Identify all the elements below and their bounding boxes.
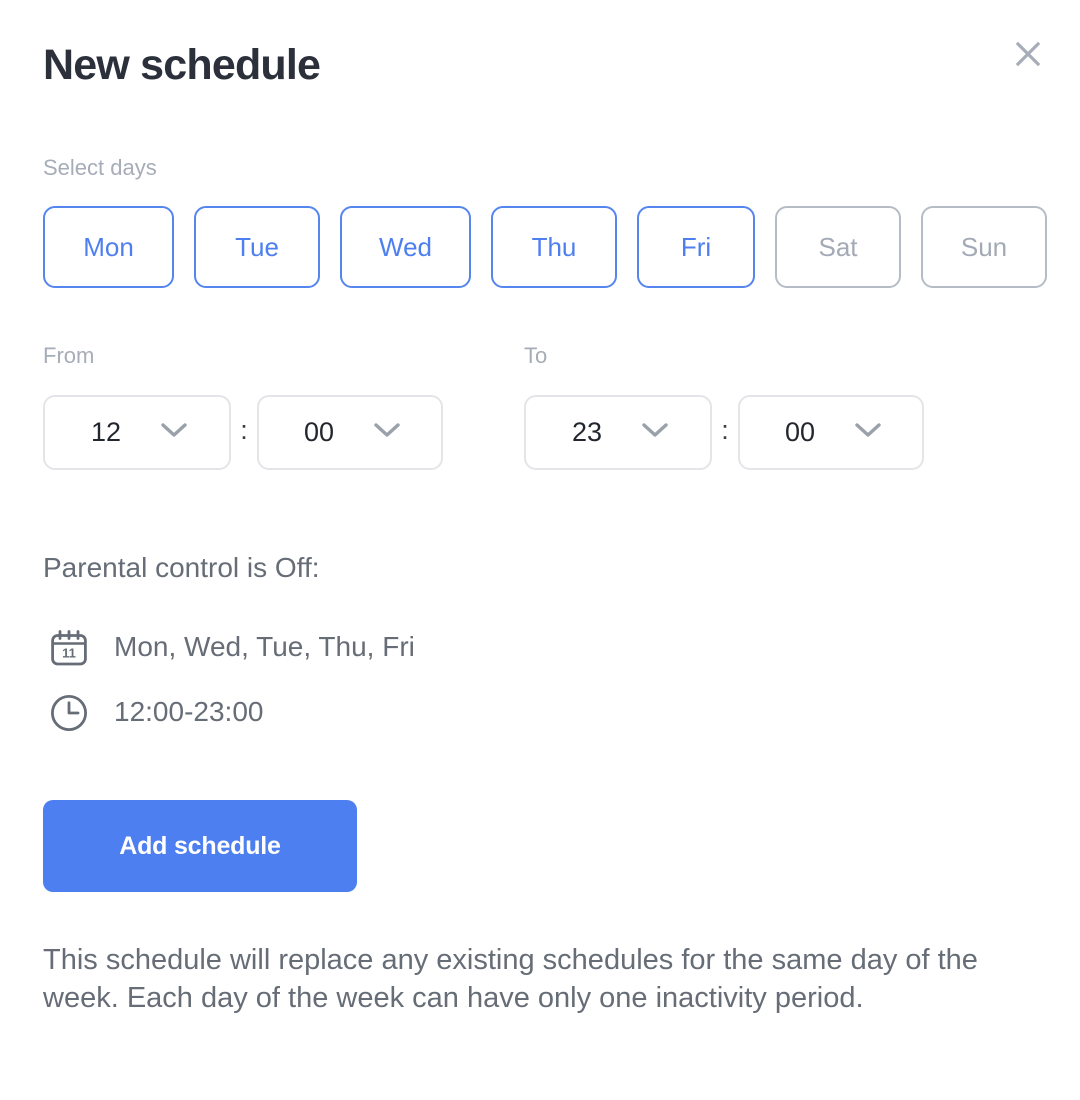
from-hour-value: 12 [90, 417, 122, 447]
close-button[interactable] [1006, 32, 1050, 76]
from-time-separator: : [240, 415, 248, 445]
day-chip-label: Thu [531, 232, 577, 262]
day-chip-mon[interactable]: Mon [43, 206, 174, 288]
svg-text:11: 11 [62, 646, 76, 661]
day-chip-label: Wed [379, 232, 432, 262]
to-time-separator: : [721, 415, 729, 445]
page-title: New schedule [43, 41, 321, 89]
from-time-group: 12 : 00 [43, 395, 443, 470]
day-chip-label: Sat [818, 232, 858, 262]
day-chip-label: Fri [680, 232, 712, 262]
to-time-group: 23 : 00 [524, 395, 924, 470]
add-schedule-button[interactable]: Add schedule [43, 800, 357, 892]
to-hour-value: 23 [571, 417, 603, 447]
from-minute-select[interactable]: 00 [257, 395, 443, 470]
from-hour-select[interactable]: 12 [43, 395, 231, 470]
day-chip-label: Sun [960, 232, 1008, 262]
day-chip-tue[interactable]: Tue [194, 206, 320, 288]
day-chip-label: Mon [83, 232, 134, 262]
day-chip-label: Tue [235, 232, 279, 262]
footer-note: This schedule will replace any existing … [43, 944, 978, 1014]
chevron-down-icon [161, 422, 187, 443]
select-days-label: Select days [43, 155, 157, 180]
close-x-icon [1013, 39, 1043, 69]
chevron-down-icon [855, 422, 881, 443]
from-minute-value: 00 [303, 417, 335, 447]
chevron-down-icon [374, 422, 400, 443]
summary-hours-row: 12:00-23:00 [43, 687, 263, 739]
day-chip-wed[interactable]: Wed [340, 206, 471, 288]
day-chip-thu[interactable]: Thu [491, 206, 617, 288]
clock-icon [43, 687, 95, 739]
chevron-down-icon [642, 422, 668, 443]
from-label: From [43, 343, 95, 368]
to-minute-select[interactable]: 00 [738, 395, 924, 470]
to-label: To [524, 343, 548, 368]
new-schedule-dialog: New schedule Select days Mon Tue Wed Thu… [0, 0, 1080, 1100]
summary-hours-value: 12:00-23:00 [114, 696, 264, 727]
day-selector: Mon Tue Wed Thu Fri Sat Sun [43, 206, 1047, 288]
to-hour-select[interactable]: 23 [524, 395, 712, 470]
day-chip-sat[interactable]: Sat [775, 206, 901, 288]
calendar-icon: 11 [43, 622, 95, 674]
summary-title: Parental control is Off: [43, 552, 320, 583]
day-chip-fri[interactable]: Fri [637, 206, 755, 288]
summary-days-value: Mon, Wed, Tue, Thu, Fri [114, 631, 415, 662]
summary-days-row: 11 Mon, Wed, Tue, Thu, Fri [43, 622, 415, 674]
to-minute-value: 00 [784, 417, 816, 447]
day-chip-sun[interactable]: Sun [921, 206, 1047, 288]
